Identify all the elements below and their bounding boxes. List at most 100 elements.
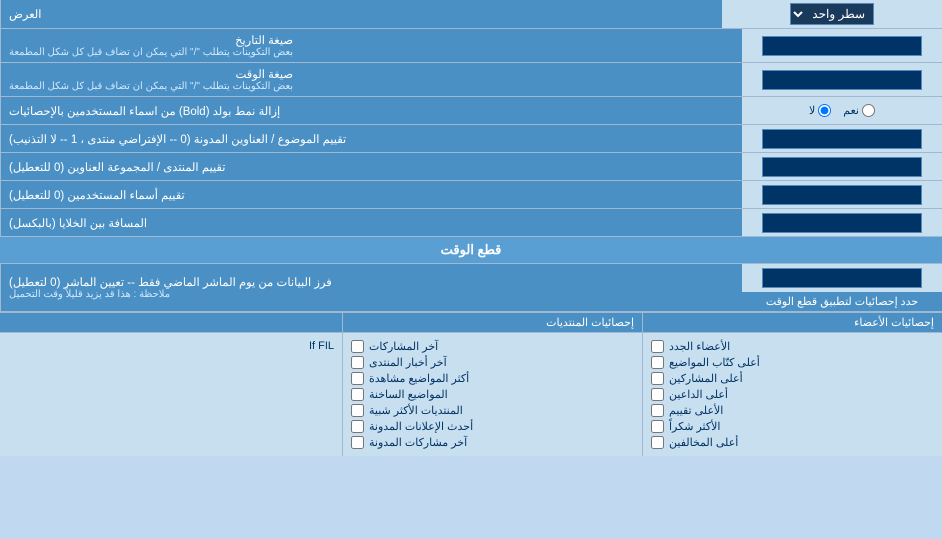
users-count-row: تقييم أسماء المستخدمين (0 للتعطيل) 0	[0, 181, 942, 209]
col-spacing-label: المسافة بين الخلايا (بالبكسل)	[0, 209, 742, 236]
topics-count-input[interactable]: 33	[762, 129, 922, 149]
col-spacing-title: المسافة بين الخلايا (بالبكسل)	[9, 216, 147, 230]
bold-remove-row: إزالة نمط بولد (Bold) من اسماء المستخدمي…	[0, 97, 942, 125]
check-similar-forums[interactable]	[351, 404, 364, 417]
check-item-latest-blog-posts: آخر مشاركات المدونة	[351, 436, 634, 449]
check-most-thanked[interactable]	[651, 420, 664, 433]
check-latest-posts-label: آخر المشاركات	[369, 340, 438, 353]
check-top-rated[interactable]	[651, 404, 664, 417]
check-hot-topics-label: المواضيع الساخنة	[369, 388, 448, 401]
check-similar-forums-label: المنتديات الأكثر شبية	[369, 404, 463, 417]
forum-group-input-cell: 33	[742, 153, 942, 180]
time-cut-row-note: ملاحظة : هذا قد يزيد قليلاً وقت التحميل	[9, 289, 170, 300]
lines-dropdown[interactable]: سطر واحدسطرينثلاثة أسطر	[790, 3, 874, 25]
time-cut-input[interactable]: 0	[762, 268, 922, 288]
forum-group-input[interactable]: 33	[762, 157, 922, 177]
col1-title-text: إحصائيات الأعضاء	[854, 317, 934, 329]
col-spacing-input[interactable]: 2	[762, 213, 922, 233]
col3-title-empty	[0, 313, 342, 333]
check-item-latest-blog-ads: أحدث الإعلانات المدونة	[351, 420, 634, 433]
col-spacing-input-cell: 2	[742, 209, 942, 236]
bold-remove-title: إزالة نمط بولد (Bold) من اسماء المستخدمي…	[9, 104, 280, 118]
topics-count-title: تقييم الموضوع / العناوين المدونة (0 -- ا…	[9, 132, 346, 146]
check-item-latest-news: آخر أخبار المنتدى	[351, 356, 634, 369]
time-cut-right-col: 0 حدد إحصائيات لتطبيق قطع الوقت	[742, 264, 942, 311]
col2-title-text: إحصائيات المنتديات	[546, 317, 634, 329]
check-item-new-members: الأعضاء الجدد	[651, 340, 934, 353]
date-format-input[interactable]: d-m	[762, 36, 922, 56]
check-item-hot-topics: المواضيع الساخنة	[351, 388, 634, 401]
checkboxes-section: إحصائيات الأعضاء إحصائيات المنتديات الأع…	[0, 312, 942, 456]
check-top-inviters[interactable]	[651, 388, 664, 401]
time-cut-row-label: فرز البيانات من يوم الماشر الماضي فقط --…	[9, 275, 332, 289]
col2-title: إحصائيات المنتديات	[342, 313, 642, 333]
check-most-viewed-label: أكثر المواضيع مشاهدة	[369, 372, 469, 385]
date-format-input-cell: d-m	[742, 29, 942, 62]
check-item-top-topic-writers: أعلى كتّاب المواضيع	[651, 356, 934, 369]
bold-remove-label: إزالة نمط بولد (Bold) من اسماء المستخدمي…	[0, 97, 742, 124]
check-most-thanked-label: الأكثر شكراً	[669, 420, 720, 433]
check-new-members-label: الأعضاء الجدد	[669, 340, 730, 353]
bold-remove-radio-cell: نعم لا	[742, 97, 942, 124]
time-format-input-cell: H:i	[742, 63, 942, 96]
check-top-inviters-label: أعلى الداعين	[669, 388, 728, 401]
time-format-input[interactable]: H:i	[762, 70, 922, 90]
check-col-2: آخر المشاركات آخر أخبار المنتدى أكثر الم…	[342, 333, 642, 456]
bold-yes-text: نعم	[843, 104, 859, 117]
time-cut-label: فرز البيانات من يوم الماشر الماضي فقط --…	[0, 264, 742, 311]
check-item-top-rated: الأعلى تقييم	[651, 404, 934, 417]
time-cut-stats-note-text: حدد إحصائيات لتطبيق قطع الوقت	[766, 296, 918, 308]
check-item-top-violators: أعلى المخالفين	[651, 436, 934, 449]
time-format-row: صيغة الوقت بعض التكوينات يتطلب "/" التي …	[0, 63, 942, 97]
check-hot-topics[interactable]	[351, 388, 364, 401]
bold-yes-label[interactable]: نعم	[843, 104, 875, 117]
time-cut-title: قطع الوقت	[441, 242, 502, 257]
check-latest-blog-ads[interactable]	[351, 420, 364, 433]
footer-note-text: If FIL	[309, 340, 334, 352]
users-count-label: تقييم أسماء المستخدمين (0 للتعطيل)	[0, 181, 742, 208]
check-most-viewed[interactable]	[351, 372, 364, 385]
bold-no-text: لا	[809, 104, 815, 117]
time-format-title: صيغة الوقت	[9, 67, 293, 81]
time-cut-input-cell: 0	[742, 264, 942, 292]
check-item-latest-posts: آخر المشاركات	[351, 340, 634, 353]
col-spacing-row: المسافة بين الخلايا (بالبكسل) 2	[0, 209, 942, 237]
check-top-participants[interactable]	[651, 372, 664, 385]
check-latest-posts[interactable]	[351, 340, 364, 353]
users-count-input[interactable]: 0	[762, 185, 922, 205]
check-item-most-viewed: أكثر المواضيع مشاهدة	[351, 372, 634, 385]
check-top-violators[interactable]	[651, 436, 664, 449]
col1-title: إحصائيات الأعضاء	[642, 313, 942, 333]
forum-group-row: تقييم المنتدى / المجموعة العناوين (0 للت…	[0, 153, 942, 181]
date-format-row: صيغة التاريخ بعض التكوينات يتطلب "/" الت…	[0, 29, 942, 63]
check-item-similar-forums: المنتديات الأكثر شبية	[351, 404, 634, 417]
check-top-topic-writers[interactable]	[651, 356, 664, 369]
check-latest-blog-posts[interactable]	[351, 436, 364, 449]
check-top-rated-label: الأعلى تقييم	[669, 404, 723, 417]
main-container: العرض سطر واحدسطرينثلاثة أسطر صيغة التار…	[0, 0, 942, 456]
check-item-top-participants: أعلى المشاركين	[651, 372, 934, 385]
check-latest-news-label: آخر أخبار المنتدى	[369, 356, 447, 369]
check-col-1: الأعضاء الجدد أعلى كتّاب المواضيع أعلى ا…	[642, 333, 942, 456]
footer-note: If FIL	[8, 337, 334, 355]
check-latest-blog-ads-label: أحدث الإعلانات المدونة	[369, 420, 473, 433]
top-header-row: العرض سطر واحدسطرينثلاثة أسطر	[0, 0, 942, 29]
forum-group-label: تقييم المنتدى / المجموعة العناوين (0 للت…	[0, 153, 742, 180]
check-top-participants-label: أعلى المشاركين	[669, 372, 743, 385]
time-cut-stats-note: حدد إحصائيات لتطبيق قطع الوقت	[742, 292, 942, 311]
date-format-sublabel: بعض التكوينات يتطلب "/" التي يمكن ان تضا…	[9, 47, 293, 58]
check-item-top-inviters: أعلى الداعين	[651, 388, 934, 401]
date-format-label: صيغة التاريخ بعض التكوينات يتطلب "/" الت…	[0, 29, 742, 62]
bold-yes-radio[interactable]	[862, 104, 875, 117]
check-item-most-thanked: الأكثر شكراً	[651, 420, 934, 433]
bold-no-radio[interactable]	[818, 104, 831, 117]
check-new-members[interactable]	[651, 340, 664, 353]
check-latest-news[interactable]	[351, 356, 364, 369]
checkboxes-titles-row: إحصائيات الأعضاء إحصائيات المنتديات	[0, 313, 942, 333]
checkboxes-items-row: الأعضاء الجدد أعلى كتّاب المواضيع أعلى ا…	[0, 333, 942, 456]
time-cut-section-header: قطع الوقت	[0, 237, 942, 264]
display-label: العرض	[0, 0, 722, 28]
check-top-violators-label: أعلى المخالفين	[669, 436, 738, 449]
bold-no-label[interactable]: لا	[809, 104, 831, 117]
date-format-title: صيغة التاريخ	[9, 33, 293, 47]
